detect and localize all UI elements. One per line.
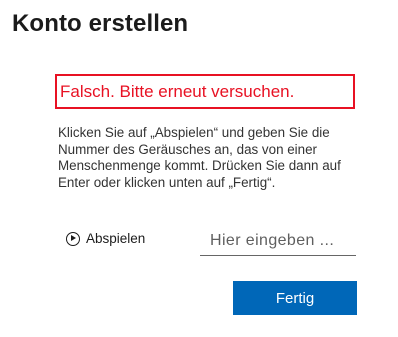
error-message: Falsch. Bitte erneut versuchen.: [60, 81, 295, 101]
play-label: Abspielen: [86, 231, 146, 246]
done-button[interactable]: Fertig: [233, 281, 357, 315]
page-title: Konto erstellen: [12, 10, 189, 37]
play-circle-icon: [66, 231, 80, 246]
error-box: Falsch. Bitte erneut versuchen.: [55, 74, 355, 109]
play-button[interactable]: Abspielen: [66, 231, 145, 246]
answer-input[interactable]: [200, 226, 356, 256]
challenge-instructions: Klicken Sie auf „Abspielen“ und geben Si…: [58, 125, 341, 190]
